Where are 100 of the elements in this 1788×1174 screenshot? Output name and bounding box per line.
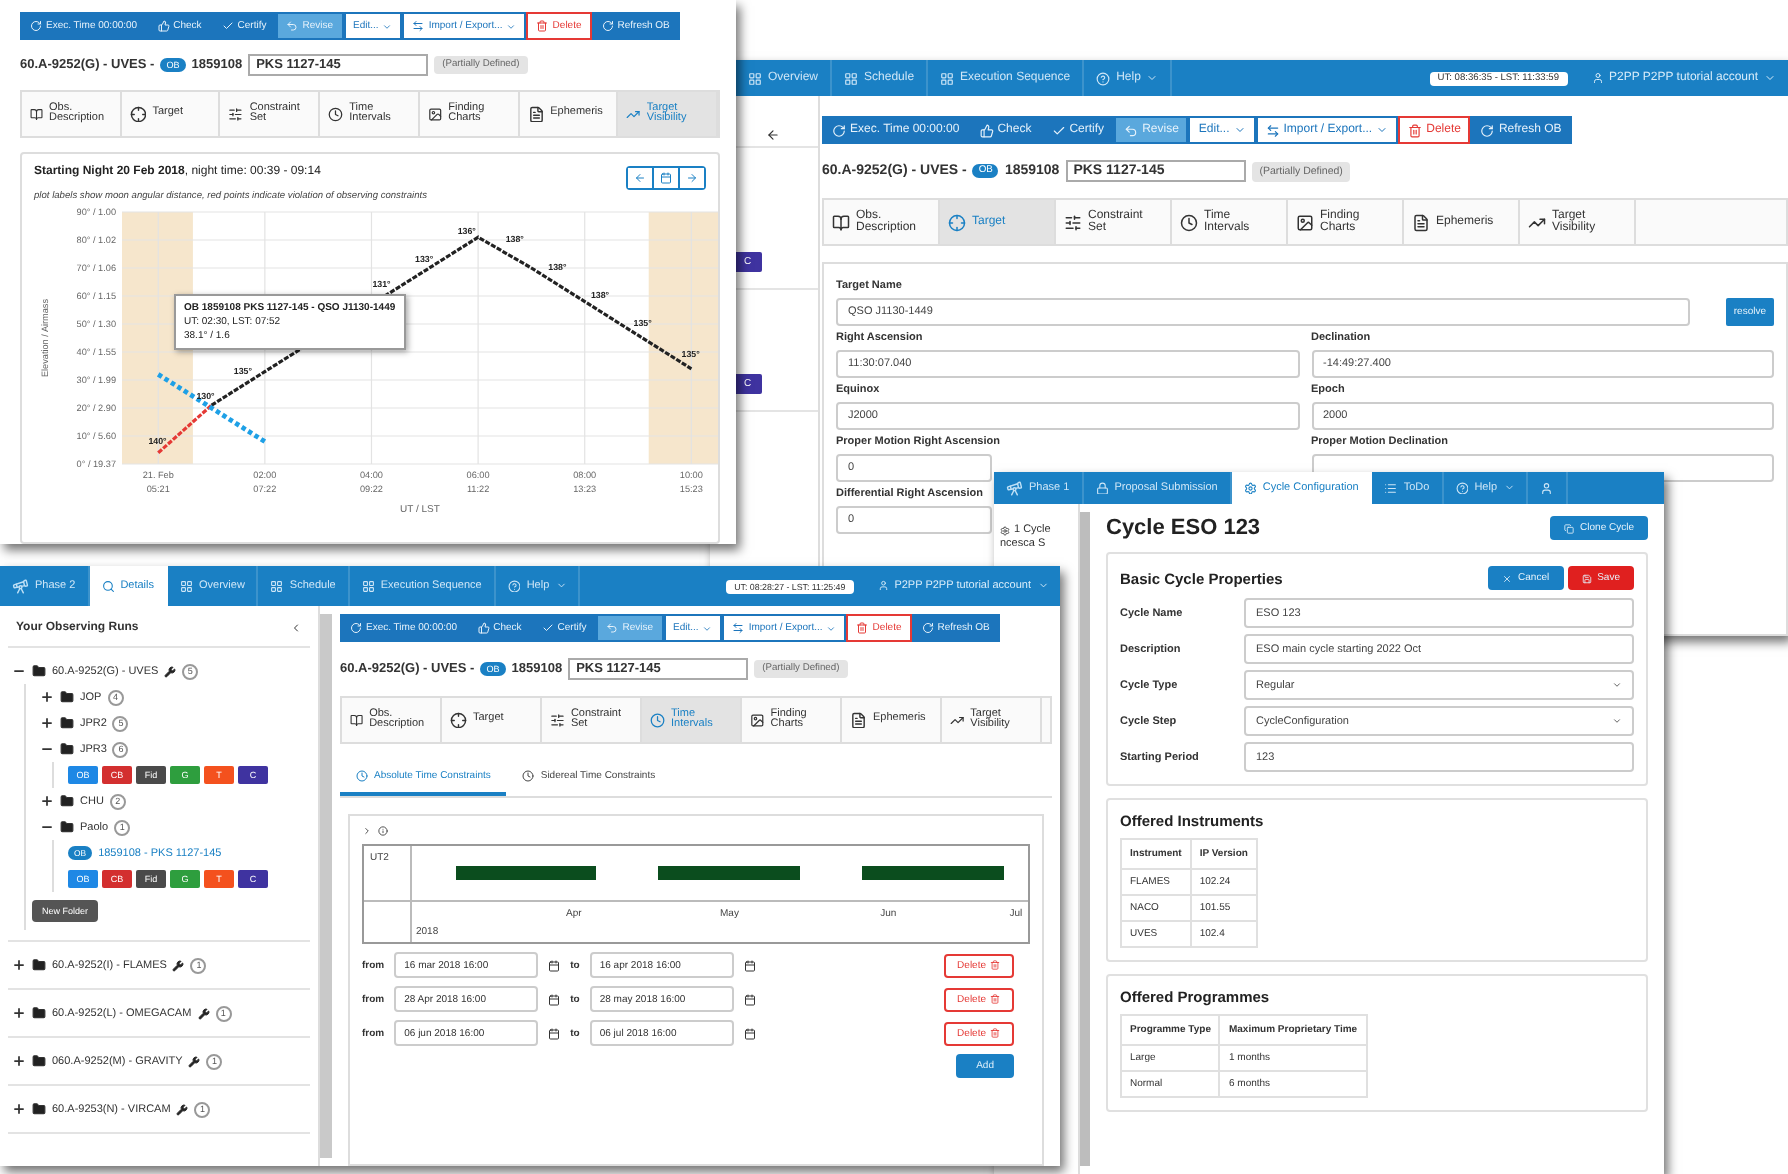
refresh-icon: [30, 20, 42, 32]
clock-icon: [356, 770, 368, 782]
folder-icon: [60, 820, 74, 834]
telescope-icon: [1006, 479, 1023, 497]
expand-icon[interactable]: [12, 1006, 26, 1020]
scrollbar[interactable]: [320, 614, 332, 1158]
collapse-icon[interactable]: [766, 128, 780, 142]
expand-icon[interactable]: [40, 794, 54, 808]
caret-icon: [1503, 482, 1515, 494]
caret-icon: [382, 21, 393, 31]
caret-icon: [826, 623, 837, 633]
swap-icon: [732, 622, 745, 634]
wrench-icon[interactable]: [172, 959, 185, 971]
page-title: Cycle ESO 123: [1106, 516, 1261, 540]
expand-icon[interactable]: [40, 716, 54, 730]
refresh-icon: [921, 622, 934, 634]
copy-icon: [1564, 523, 1575, 533]
image-icon: [1296, 213, 1314, 231]
caret-icon: [702, 623, 713, 633]
trash-icon: [856, 622, 869, 634]
calendar-icon[interactable]: [548, 959, 561, 971]
user-icon: [877, 580, 889, 592]
help-icon: [1096, 71, 1111, 85]
caret-icon: [1612, 716, 1622, 726]
info-icon[interactable]: [378, 826, 388, 836]
undo-icon: [606, 622, 619, 634]
clock-icon: [1180, 213, 1198, 231]
expand-icon[interactable]: [12, 1054, 26, 1068]
collapse-icon[interactable]: [40, 820, 54, 834]
collapse-icon[interactable]: [40, 742, 54, 756]
caret-icon: [506, 21, 517, 31]
scrollbar[interactable]: [1080, 512, 1090, 1166]
collapse-icon[interactable]: [12, 664, 26, 678]
thumbs-up-icon: [979, 123, 994, 137]
save-icon: [1581, 573, 1592, 583]
folder-icon: [60, 716, 74, 730]
clock-icon: [650, 711, 666, 729]
crosshair-icon: [129, 105, 147, 123]
line-chart-icon: [1528, 213, 1546, 231]
grid-icon: [844, 71, 859, 85]
grid-icon: [940, 71, 955, 85]
search-icon: [101, 579, 115, 593]
arrow-right-icon: [686, 172, 698, 184]
folder-icon: [60, 794, 74, 808]
calendar-icon[interactable]: [743, 959, 756, 971]
refresh-icon: [1480, 123, 1495, 137]
wrench-icon[interactable]: [188, 1055, 201, 1067]
trash-icon: [1408, 123, 1423, 137]
calendar-icon[interactable]: [548, 1027, 561, 1039]
grid-icon: [180, 579, 193, 593]
crosshair-icon: [450, 711, 467, 729]
previous-night-button[interactable]: [628, 168, 654, 188]
swap-icon: [412, 20, 425, 32]
interval-bar: [455, 866, 597, 880]
help-icon: [507, 579, 521, 593]
book-icon: [350, 711, 364, 729]
wrench-icon[interactable]: [164, 665, 177, 677]
clock-icon: [328, 105, 344, 123]
book-icon: [30, 105, 44, 123]
interval-bar: [861, 866, 1004, 880]
user-icon: [1540, 481, 1554, 495]
image-icon: [750, 711, 765, 729]
expand-icon[interactable]: [12, 1102, 26, 1116]
thumbs-up-icon: [157, 20, 170, 32]
expand-icon[interactable]: [40, 690, 54, 704]
calendar-icon[interactable]: [743, 993, 756, 1005]
help-icon: [1455, 481, 1469, 495]
expand-icon[interactable]: [12, 958, 26, 972]
arrow-left-icon: [634, 172, 646, 184]
line-chart-icon: [950, 711, 965, 729]
caret-icon: [1376, 124, 1389, 136]
grid-icon: [361, 579, 375, 593]
swap-icon: [1265, 123, 1280, 137]
folder-icon: [60, 742, 74, 756]
trash-icon: [990, 1028, 1000, 1038]
document-icon: [1412, 213, 1430, 231]
user-icon: [1591, 72, 1603, 84]
grid-icon: [748, 71, 762, 85]
sliders-icon: [550, 711, 565, 729]
book-icon: [832, 213, 850, 231]
check-icon: [1051, 123, 1066, 137]
refresh-icon: [601, 20, 614, 32]
refresh-icon: [832, 123, 846, 137]
document-icon: [850, 711, 867, 729]
calendar-icon[interactable]: [743, 1027, 756, 1039]
folder-icon: [32, 1006, 46, 1020]
list-icon: [1384, 481, 1398, 495]
caret-icon: [1146, 72, 1159, 84]
lock-icon: [1095, 481, 1109, 495]
calendar-icon[interactable]: [548, 993, 561, 1005]
thumbs-up-icon: [477, 622, 490, 634]
document-icon: [527, 105, 545, 123]
line-chart-icon: [626, 105, 641, 123]
gear-icon: [1243, 481, 1257, 495]
folder-icon: [32, 664, 46, 678]
caret-icon: [1233, 124, 1246, 136]
sliders-icon: [228, 105, 244, 123]
wrench-icon[interactable]: [176, 1103, 189, 1115]
wrench-icon[interactable]: [197, 1007, 210, 1019]
caret-icon: [1612, 680, 1622, 690]
